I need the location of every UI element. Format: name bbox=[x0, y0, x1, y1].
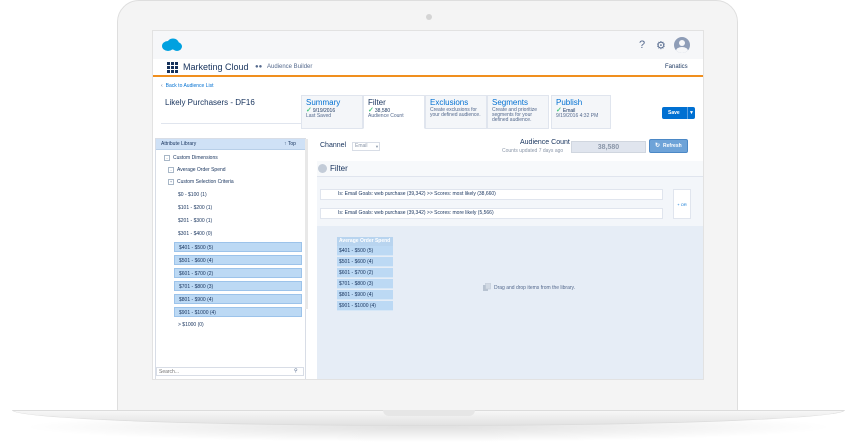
collapse-icon[interactable]: - bbox=[168, 167, 174, 173]
list-item[interactable]: $201 - $300 (1) bbox=[174, 216, 302, 226]
expand-icon[interactable]: + bbox=[168, 179, 174, 185]
tab-summary[interactable]: Summary ✓9/19/2016 Last Saved bbox=[301, 95, 363, 129]
divider bbox=[161, 123, 301, 124]
tree-label: Average Order Spend bbox=[177, 167, 226, 173]
channel-select[interactable]: Email ▼ bbox=[352, 142, 380, 151]
counts-updated-text: Counts updated 7 days ago bbox=[502, 148, 564, 154]
tab-title: Publish bbox=[556, 98, 583, 107]
tab-title: Summary bbox=[306, 98, 341, 107]
builder-name: Audience Builder bbox=[267, 64, 313, 70]
tree-node[interactable]: - Average Order Spend bbox=[168, 165, 226, 175]
top-link[interactable]: ↑ Top bbox=[284, 141, 296, 147]
app-bar: Marketing Cloud ●● Audience Builder Fana… bbox=[153, 59, 703, 77]
tab-subtitle: Create exclusions for your defined audie… bbox=[430, 107, 481, 118]
filter-condition[interactable]: Is: Email Goals: web purchase (39,342) >… bbox=[320, 208, 663, 219]
list-item-selected[interactable]: $601 - $700 (2) bbox=[174, 268, 302, 278]
laptop-notch bbox=[383, 410, 475, 416]
help-icon[interactable]: ? bbox=[639, 39, 645, 51]
list-item[interactable]: $501 - $600 (4) bbox=[337, 257, 393, 267]
channel-value: Email bbox=[355, 143, 368, 149]
chevron-left-icon: ‹ bbox=[161, 83, 163, 89]
channel-label: Channel bbox=[320, 142, 347, 149]
back-to-audience-list-link[interactable]: ‹ Back to Audience List bbox=[161, 83, 213, 89]
audience-title: Likely Purchasers - DF16 bbox=[165, 98, 255, 107]
avatar[interactable] bbox=[674, 37, 690, 53]
drag-drop-icon bbox=[483, 283, 491, 291]
library-scrollbar[interactable] bbox=[305, 139, 308, 309]
tree-node[interactable]: + Custom Selection Criteria bbox=[168, 177, 234, 187]
list-item[interactable]: $101 - $200 (1) bbox=[174, 203, 302, 213]
search-input[interactable] bbox=[159, 368, 289, 375]
filter-title: Filter bbox=[330, 164, 348, 173]
filter-header bbox=[317, 161, 703, 177]
list-item[interactable]: $801 - $900 (4) bbox=[337, 290, 393, 300]
global-header: ? ⚙ bbox=[153, 31, 703, 59]
tab-title: Filter bbox=[368, 98, 386, 107]
app-screen: ? ⚙ Marketing Cloud ●● Audience Builder … bbox=[152, 30, 704, 380]
filter-condition[interactable]: Is: Email Goals: web purchase (39,342) >… bbox=[320, 189, 663, 200]
org-switcher[interactable]: Fanatics bbox=[665, 64, 688, 70]
library-header: Attribute Library ↑ Top bbox=[156, 139, 305, 150]
refresh-button[interactable]: ↻ Refresh bbox=[649, 139, 688, 153]
average-order-spend-card[interactable]: Average Order Spend $401 - $500 (5) $501… bbox=[337, 237, 393, 311]
drop-hint-text: Drag and drop items from the library. bbox=[494, 285, 576, 291]
back-link-label: Back to Audience List bbox=[165, 83, 214, 89]
filter-icon bbox=[318, 164, 327, 173]
chevron-down-icon[interactable]: ▼ bbox=[687, 107, 695, 119]
add-or-button[interactable]: + OR bbox=[673, 189, 691, 219]
tab-subtitle: Create and prioritize segments for your … bbox=[492, 107, 538, 123]
tree-label: Custom Dimensions bbox=[173, 155, 218, 161]
salesforce-cloud-logo bbox=[162, 38, 182, 51]
list-item[interactable]: > $1000 (0) bbox=[174, 320, 302, 330]
list-item[interactable]: $0 - $100 (1) bbox=[174, 190, 302, 200]
app-launcher-icon[interactable] bbox=[167, 62, 178, 73]
attribute-library-panel: Attribute Library ↑ Top - Custom Dimensio… bbox=[155, 138, 306, 379]
audience-count-value: 38,580 bbox=[571, 141, 646, 153]
card-title: Average Order Spend bbox=[337, 237, 393, 246]
library-search: ⚲ bbox=[156, 367, 304, 376]
tab-subtitle: Audience Count bbox=[368, 113, 404, 119]
list-item-selected[interactable]: $501 - $600 (4) bbox=[174, 255, 302, 265]
app-name: Marketing Cloud bbox=[183, 62, 249, 72]
save-label: Save bbox=[668, 110, 680, 116]
list-item-selected[interactable]: $701 - $800 (3) bbox=[174, 281, 302, 291]
people-icon: ●● bbox=[255, 64, 263, 70]
list-item[interactable]: $301 - $400 (0) bbox=[174, 229, 302, 239]
camera-dot bbox=[426, 14, 432, 20]
tree-node[interactable]: - Custom Dimensions bbox=[164, 153, 218, 163]
list-item[interactable]: $701 - $800 (3) bbox=[337, 279, 393, 289]
tab-publish[interactable]: Publish ✓Email 9/19/2016 4:32 PM bbox=[551, 95, 611, 129]
audience-count-label: Audience Count bbox=[520, 139, 570, 146]
collapse-icon[interactable]: - bbox=[164, 155, 170, 161]
list-item-selected[interactable]: $801 - $900 (4) bbox=[174, 294, 302, 304]
tab-subtitle: 9/19/2016 4:32 PM bbox=[556, 113, 599, 119]
library-title: Attribute Library bbox=[161, 141, 197, 147]
tab-subtitle: Last Saved bbox=[306, 113, 332, 119]
list-item-selected[interactable]: $901 - $1000 (4) bbox=[174, 307, 302, 317]
save-button[interactable]: Save ▼ bbox=[662, 107, 695, 119]
refresh-label: Refresh bbox=[663, 143, 682, 149]
refresh-icon: ↻ bbox=[655, 143, 661, 149]
tab-filter[interactable]: Filter ✓38,580 Audience Count bbox=[363, 95, 425, 129]
step-tabs: Summary ✓9/19/2016 Last Saved Filter ✓38… bbox=[301, 95, 551, 129]
top-label: Top bbox=[287, 141, 296, 147]
search-icon[interactable]: ⚲ bbox=[294, 368, 298, 374]
tab-segments[interactable]: Segments Create and prioritize segments … bbox=[487, 95, 549, 129]
chevron-down-icon: ▼ bbox=[375, 144, 379, 149]
list-item[interactable]: $901 - $1000 (4) bbox=[337, 301, 393, 311]
list-item[interactable]: $601 - $700 (2) bbox=[337, 268, 393, 278]
gear-icon[interactable]: ⚙ bbox=[656, 39, 666, 52]
list-item[interactable]: $401 - $500 (5) bbox=[337, 246, 393, 256]
list-item-selected[interactable]: $401 - $500 (5) bbox=[174, 242, 302, 252]
tree-label: Custom Selection Criteria bbox=[177, 179, 234, 185]
tab-exclusions[interactable]: Exclusions Create exclusions for your de… bbox=[425, 95, 487, 129]
